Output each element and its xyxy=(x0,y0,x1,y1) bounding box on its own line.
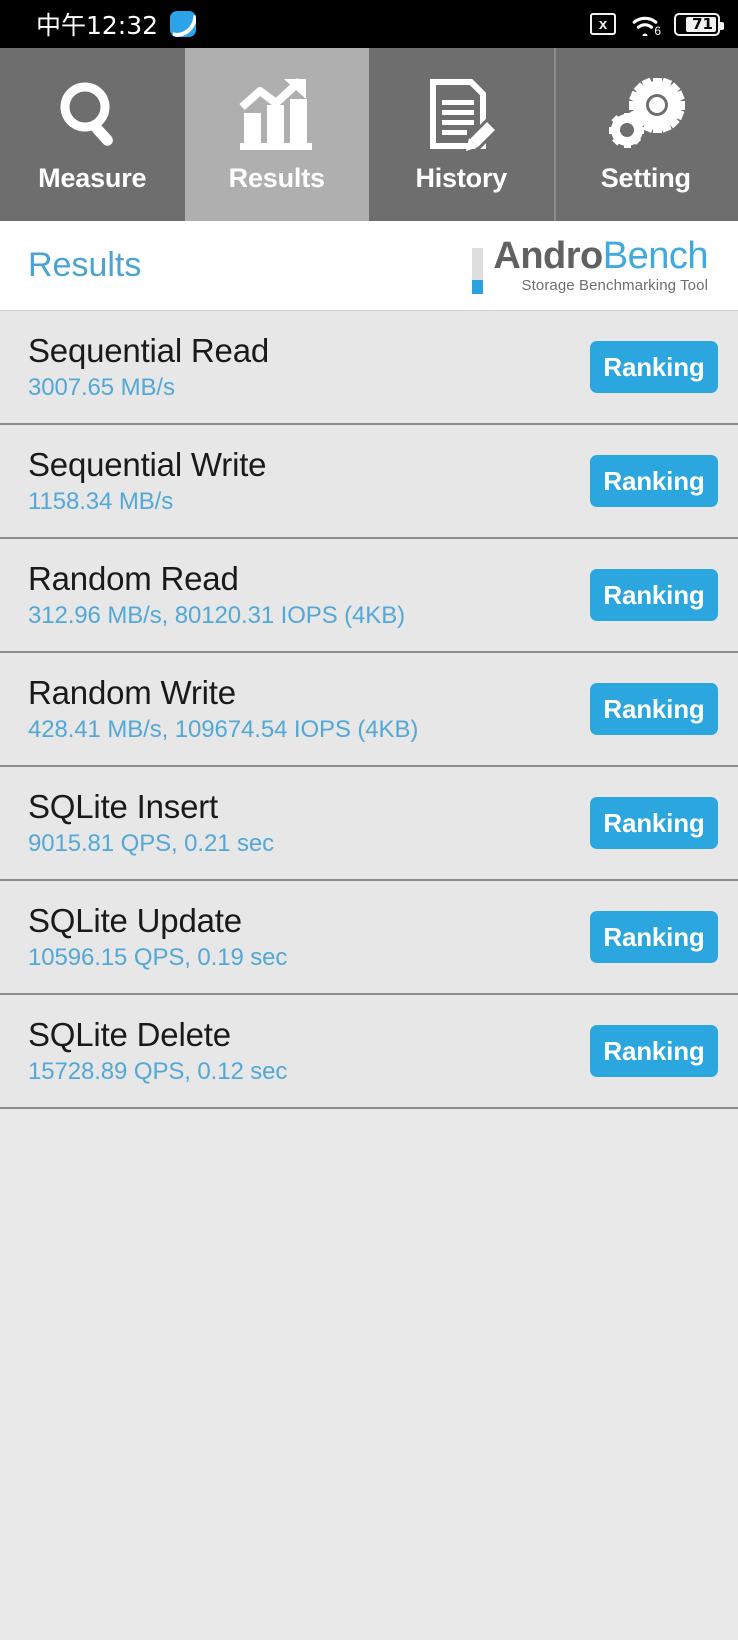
battery-level-label: 71 xyxy=(692,15,713,33)
ranking-button[interactable]: Ranking xyxy=(590,341,718,393)
logo-tagline: Storage Benchmarking Tool xyxy=(521,277,708,294)
document-pencil-icon xyxy=(421,75,501,157)
result-texts: Random Write 428.41 MB/s, 109674.54 IOPS… xyxy=(28,674,418,744)
table-row[interactable]: Random Read 312.96 MB/s, 80120.31 IOPS (… xyxy=(0,539,738,653)
app-root: 中午12:32 x 6 71 Measure Results History S… xyxy=(0,0,738,1640)
result-texts: SQLite Update 10596.15 QPS, 0.19 sec xyxy=(28,902,287,972)
ranking-button[interactable]: Ranking xyxy=(590,455,718,507)
app-badge-icon xyxy=(170,11,197,37)
result-value: 428.41 MB/s, 109674.54 IOPS (4KB) xyxy=(28,716,419,743)
ranking-button[interactable]: Ranking xyxy=(590,683,718,735)
result-title: SQLite Delete xyxy=(28,1016,231,1053)
table-row[interactable]: SQLite Insert 9015.81 QPS, 0.21 sec Rank… xyxy=(0,767,738,881)
result-value: 10596.15 QPS, 0.19 sec xyxy=(28,944,288,971)
result-value: 15728.89 QPS, 0.12 sec xyxy=(28,1058,288,1085)
logo-text: AndroBench Storage Benchmarking Tool xyxy=(493,237,708,294)
result-title: SQLite Update xyxy=(28,902,242,939)
table-row[interactable]: SQLite Delete 15728.89 QPS, 0.12 sec Ran… xyxy=(0,995,738,1109)
ranking-button[interactable]: Ranking xyxy=(590,1025,718,1077)
status-bar-left: 中午12:32 xyxy=(36,6,197,42)
ranking-button[interactable]: Ranking xyxy=(590,911,718,963)
battery-icon: 71 xyxy=(674,12,724,36)
sim-card-off-icon: x xyxy=(590,13,616,35)
result-title: Sequential Read xyxy=(28,332,270,369)
tab-measure-label: Measure xyxy=(38,163,147,193)
table-row[interactable]: Sequential Write 1158.34 MB/s Ranking xyxy=(0,425,738,539)
sim-card-off-icon-label: x xyxy=(598,15,608,33)
logo-wordmark: AndroBench xyxy=(493,237,708,275)
table-row[interactable]: Sequential Read 3007.65 MB/s Ranking xyxy=(0,311,738,425)
table-row[interactable]: Random Write 428.41 MB/s, 109674.54 IOPS… xyxy=(0,653,738,767)
tab-measure[interactable]: Measure xyxy=(0,48,185,221)
wifi-generation-label: 6 xyxy=(654,24,661,38)
result-texts: Random Read 312.96 MB/s, 80120.31 IOPS (… xyxy=(28,560,405,630)
logo-wordmark-andro: Andro xyxy=(493,235,603,277)
table-row[interactable]: SQLite Update 10596.15 QPS, 0.19 sec Ran… xyxy=(0,881,738,995)
tab-history-label: History xyxy=(415,163,508,193)
wifi-icon: 6 xyxy=(630,12,661,38)
tab-results-label: Results xyxy=(228,163,325,193)
status-bar: 中午12:32 x 6 71 xyxy=(0,0,738,48)
tab-results[interactable]: Results xyxy=(184,48,369,221)
result-title: Random Read xyxy=(28,560,239,597)
androbench-logo: AndroBench Storage Benchmarking Tool xyxy=(472,237,709,294)
ranking-button[interactable]: Ranking xyxy=(590,569,718,621)
result-title: SQLite Insert xyxy=(28,788,218,825)
gears-icon xyxy=(603,75,689,157)
page-title: Results xyxy=(28,246,142,284)
logo-bar-icon xyxy=(472,248,484,294)
result-value: 3007.65 MB/s xyxy=(28,374,175,401)
results-list: Sequential Read 3007.65 MB/s Ranking Seq… xyxy=(0,311,738,1109)
tab-history[interactable]: History xyxy=(369,48,554,221)
status-bar-right: x 6 71 xyxy=(590,12,724,38)
tab-setting-label: Setting xyxy=(600,163,691,193)
logo-bar-bottom xyxy=(472,280,484,294)
page-header: Results AndroBench Storage Benchmarking … xyxy=(0,221,738,311)
result-texts: SQLite Delete 15728.89 QPS, 0.12 sec xyxy=(28,1016,287,1086)
status-bar-clock: 中午12:32 xyxy=(36,11,159,40)
result-texts: Sequential Read 3007.65 MB/s xyxy=(28,332,269,402)
result-texts: Sequential Write 1158.34 MB/s xyxy=(28,446,267,516)
magnifier-icon xyxy=(53,75,131,157)
result-texts: SQLite Insert 9015.81 QPS, 0.21 sec xyxy=(28,788,274,858)
tab-bar: Measure Results History Setting xyxy=(0,48,738,221)
tab-setting[interactable]: Setting xyxy=(553,48,738,221)
result-value: 1158.34 MB/s xyxy=(28,488,174,515)
result-title: Sequential Write xyxy=(28,446,267,483)
result-value: 9015.81 QPS, 0.21 sec xyxy=(28,830,275,857)
bar-chart-arrow-icon xyxy=(236,75,318,157)
ranking-button[interactable]: Ranking xyxy=(590,797,718,849)
result-value: 312.96 MB/s, 80120.31 IOPS (4KB) xyxy=(28,602,406,629)
logo-bar-top xyxy=(472,248,484,280)
logo-wordmark-bench: Bench xyxy=(602,235,709,277)
result-title: Random Write xyxy=(28,674,236,711)
